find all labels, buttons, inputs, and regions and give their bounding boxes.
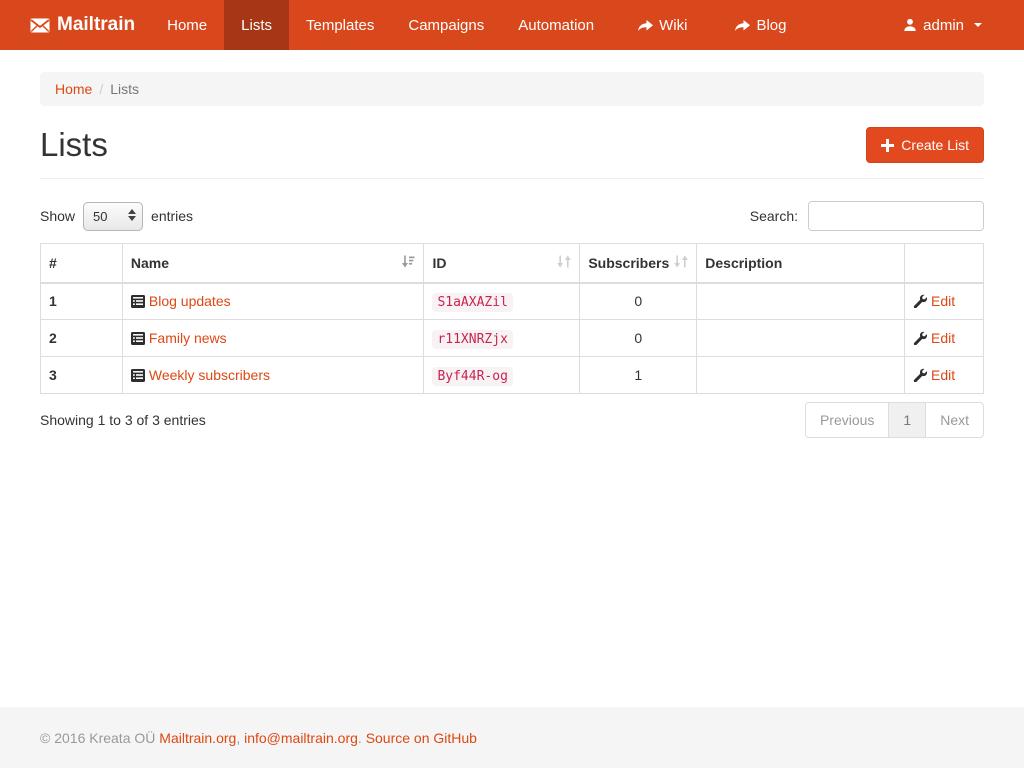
table-row: 2 Family news r11XNRZjx 0 Edit — [41, 320, 984, 357]
user-menu[interactable]: admin — [886, 0, 999, 50]
column-header-subscribers[interactable]: Subscribers — [580, 244, 697, 283]
external-link-arrow-icon — [735, 20, 750, 31]
plus-icon — [881, 139, 894, 152]
nav-item-wiki[interactable]: Wiki — [621, 0, 704, 50]
sort-both-icon — [674, 254, 688, 271]
column-header-description: Description — [697, 244, 905, 283]
pagination-page-1-button[interactable]: 1 — [888, 402, 926, 438]
table-row: 1 Blog updates S1aAXAZil 0 Edit — [41, 283, 984, 320]
pagination-previous-button[interactable]: Previous — [805, 402, 889, 438]
subscriber-count: 1 — [580, 357, 697, 394]
footer-copyright: © 2016 Kreata OÜ — [40, 730, 155, 746]
chevron-down-icon — [974, 23, 982, 27]
list-name-link[interactable]: Blog updates — [149, 293, 231, 309]
edit-link[interactable]: Edit — [931, 367, 955, 383]
nav-item-templates[interactable]: Templates — [289, 0, 391, 50]
page-header: Lists Create List — [40, 126, 984, 179]
column-header-name[interactable]: Name — [122, 244, 424, 283]
entries-selected-value: 50 — [93, 209, 107, 224]
entries-select[interactable]: 50 — [83, 202, 143, 231]
wrench-icon — [913, 331, 927, 345]
list-id-code: S1aAXAZil — [432, 293, 512, 312]
list-description — [697, 283, 905, 320]
external-link-arrow-icon — [638, 20, 653, 31]
table-controls: Show 50 entries Search: — [40, 201, 984, 231]
search-label: Search: — [750, 208, 798, 224]
page-title: Lists — [40, 126, 108, 164]
row-number: 2 — [41, 320, 123, 357]
user-label: admin — [923, 17, 964, 34]
table-row: 3 Weekly subscribers Byf44R-og 1 Edit — [41, 357, 984, 394]
list-alt-icon — [131, 369, 145, 382]
column-header-num: # — [41, 244, 123, 283]
subscriber-count: 0 — [580, 320, 697, 357]
edit-link[interactable]: Edit — [931, 293, 955, 309]
breadcrumb-separator: / — [99, 81, 103, 97]
nav-item-blog[interactable]: Blog — [718, 0, 803, 50]
pagination: Previous 1 Next — [805, 402, 984, 438]
create-list-button[interactable]: Create List — [866, 127, 984, 163]
nav-item-home[interactable]: Home — [150, 0, 224, 50]
navbar: Mailtrain Home Lists Templates Campaigns… — [0, 0, 1024, 50]
footer: © 2016 Kreata OÜ Mailtrain.org, info@mai… — [0, 707, 1024, 768]
nav-item-lists[interactable]: Lists — [224, 0, 289, 50]
list-alt-icon — [131, 295, 145, 308]
select-spinner-icon — [128, 209, 136, 221]
footer-site-link[interactable]: Mailtrain.org — [159, 730, 236, 746]
brand-logo[interactable]: Mailtrain — [0, 0, 150, 50]
subscriber-count: 0 — [580, 283, 697, 320]
list-description — [697, 320, 905, 357]
show-label: Show — [40, 208, 75, 224]
brand-label: Mailtrain — [57, 14, 135, 36]
sort-asc-icon — [401, 254, 415, 271]
search-input[interactable] — [808, 201, 984, 231]
row-number: 1 — [41, 283, 123, 320]
list-id-code: r11XNRZjx — [432, 330, 512, 349]
footer-source-link[interactable]: Source on GitHub — [366, 730, 477, 746]
row-number: 3 — [41, 357, 123, 394]
nav-items: Home Lists Templates Campaigns Automatio… — [150, 0, 803, 50]
sort-both-icon — [557, 254, 571, 271]
table-header-row: # Name ID — [41, 244, 984, 283]
user-icon — [903, 18, 917, 32]
wrench-icon — [913, 368, 927, 382]
breadcrumb-home-link[interactable]: Home — [55, 81, 92, 97]
column-header-actions — [905, 244, 984, 283]
list-alt-icon — [131, 332, 145, 345]
list-description — [697, 357, 905, 394]
footer-email-link[interactable]: info@mailtrain.org — [244, 730, 358, 746]
column-header-id[interactable]: ID — [424, 244, 580, 283]
envelope-icon — [30, 18, 50, 33]
wrench-icon — [913, 294, 927, 308]
nav-item-automation[interactable]: Automation — [501, 0, 611, 50]
nav-item-campaigns[interactable]: Campaigns — [391, 0, 501, 50]
list-name-link[interactable]: Family news — [149, 330, 227, 346]
table-info: Showing 1 to 3 of 3 entries — [40, 402, 206, 428]
breadcrumb-current: Lists — [110, 81, 139, 97]
lists-table: # Name ID — [40, 243, 984, 394]
list-name-link[interactable]: Weekly subscribers — [149, 367, 270, 383]
breadcrumb: Home / Lists — [40, 72, 984, 106]
entries-label: entries — [151, 208, 193, 224]
edit-link[interactable]: Edit — [931, 330, 955, 346]
list-id-code: Byf44R-og — [432, 367, 512, 386]
pagination-next-button[interactable]: Next — [925, 402, 984, 438]
